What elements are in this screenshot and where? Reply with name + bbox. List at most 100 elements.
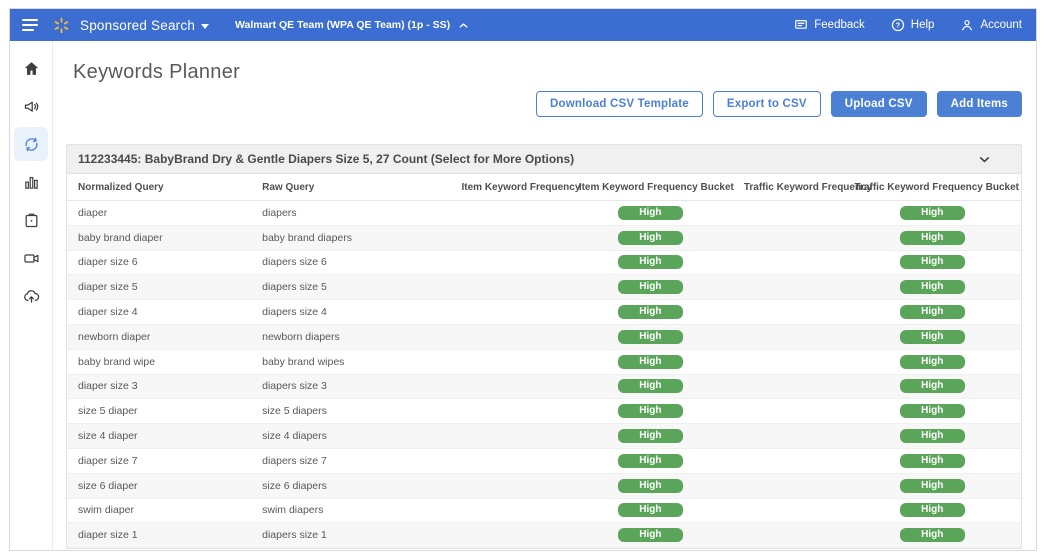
item-keyword-frequency-bucket-cell: High	[568, 404, 733, 418]
upload-csv-button[interactable]: Upload CSV	[831, 91, 927, 117]
frequency-badge: High	[900, 355, 965, 369]
add-items-button[interactable]: Add Items	[937, 91, 1022, 117]
frequency-badge: High	[618, 231, 683, 245]
item-keyword-frequency-bucket-cell: High	[568, 479, 733, 493]
item-keyword-frequency-bucket-cell: High	[568, 528, 733, 542]
sidebar-item-reports[interactable]	[14, 165, 48, 199]
traffic-keyword-frequency-bucket-cell: High	[844, 355, 1021, 369]
frequency-badge: High	[618, 429, 683, 443]
frequency-badge: High	[618, 479, 683, 493]
normalized-query-cell: size 4 diaper	[67, 430, 251, 442]
frequency-badge: High	[900, 429, 965, 443]
sidebar-item-media[interactable]	[14, 241, 48, 275]
table-row[interactable]: size 4 diaper size 4 diapers High High	[67, 424, 1021, 449]
traffic-keyword-frequency-bucket-cell: High	[844, 429, 1021, 443]
frequency-badge: High	[900, 379, 965, 393]
item-keyword-frequency-bucket-cell: High	[568, 206, 733, 220]
sidebar-item-uploads[interactable]	[14, 279, 48, 313]
frequency-badge: High	[618, 280, 683, 294]
table-row[interactable]: size 6 diaper size 6 diapers High High	[67, 474, 1021, 499]
table-row[interactable]: diaper size 1 diapers size 1 High High	[67, 523, 1021, 548]
frequency-badge: High	[618, 305, 683, 319]
table-row[interactable]: size 5 diaper size 5 diapers High High	[67, 399, 1021, 424]
traffic-keyword-frequency-bucket-cell: High	[844, 379, 1021, 393]
item-section-title: 112233445: BabyBrand Dry & Gentle Diaper…	[78, 152, 574, 166]
traffic-keyword-frequency-bucket-cell: High	[844, 206, 1021, 220]
traffic-keyword-frequency-bucket-cell: High	[844, 280, 1021, 294]
sidebar	[10, 41, 53, 550]
help-button[interactable]: ? Help	[891, 18, 935, 32]
feedback-label: Feedback	[814, 19, 865, 31]
item-keyword-frequency-bucket-cell: High	[568, 503, 733, 517]
item-keyword-frequency-bucket-cell: High	[568, 355, 733, 369]
raw-query-cell: size 4 diapers	[251, 430, 450, 442]
raw-query-cell: diapers size 3	[251, 380, 450, 392]
col-raw-query: Raw Query	[251, 182, 450, 193]
table-row[interactable]: newborn diaper newborn diapers High High	[67, 325, 1021, 350]
caret-down-icon	[201, 24, 209, 29]
col-normalized-query: Normalized Query	[67, 182, 251, 193]
table-row[interactable]: diaper size 3 diapers size 3 High High	[67, 375, 1021, 400]
item-section-header[interactable]: 112233445: BabyBrand Dry & Gentle Diaper…	[67, 145, 1021, 174]
table-row[interactable]: diaper diapers High High	[67, 201, 1021, 226]
col-traffic-keyword-frequency: Traffic Keyword Frequency	[733, 182, 844, 193]
traffic-keyword-frequency-bucket-cell: High	[844, 503, 1021, 517]
download-csv-template-button[interactable]: Download CSV Template	[536, 91, 703, 117]
team-name-label: Walmart QE Team (WPA QE Team) (1p - SS)	[235, 19, 450, 31]
table-row[interactable]: diaper size 5 diapers size 5 High High	[67, 275, 1021, 300]
raw-query-cell: baby brand diapers	[251, 232, 450, 244]
frequency-badge: High	[618, 379, 683, 393]
app-switcher[interactable]: Sponsored Search	[80, 18, 209, 33]
recycle-icon	[23, 136, 40, 153]
normalized-query-cell: diaper size 6	[67, 256, 251, 268]
frequency-badge: High	[900, 479, 965, 493]
table-header-row: Normalized Query Raw Query Item Keyword …	[67, 174, 1021, 201]
team-selector[interactable]: Walmart QE Team (WPA QE Team) (1p - SS)	[235, 19, 469, 31]
sidebar-item-home[interactable]	[14, 51, 48, 85]
menu-icon[interactable]	[22, 19, 38, 31]
traffic-keyword-frequency-bucket-cell: High	[844, 330, 1021, 344]
normalized-query-cell: size 6 diaper	[67, 480, 251, 492]
table-row[interactable]: diaper size 4 diapers size 4 High High	[67, 300, 1021, 325]
table-row[interactable]: diaper size 6 diapers size 6 High High	[67, 251, 1021, 276]
frequency-badge: High	[618, 206, 683, 220]
normalized-query-cell: swim diaper	[67, 504, 251, 516]
traffic-keyword-frequency-bucket-cell: High	[844, 454, 1021, 468]
frequency-badge: High	[900, 280, 965, 294]
normalized-query-cell: diaper size 5	[67, 281, 251, 293]
normalized-query-cell: diaper size 3	[67, 380, 251, 392]
item-keyword-frequency-bucket-cell: High	[568, 379, 733, 393]
export-to-csv-button[interactable]: Export to CSV	[713, 91, 821, 117]
sidebar-item-tasks[interactable]	[14, 203, 48, 237]
feedback-icon	[794, 18, 808, 32]
frequency-badge: High	[618, 255, 683, 269]
raw-query-cell: diapers size 1	[251, 529, 450, 541]
table-row[interactable]: diaper size 7 diapers size 7 High High	[67, 449, 1021, 474]
item-keyword-frequency-bucket-cell: High	[568, 429, 733, 443]
frequency-badge: High	[618, 528, 683, 542]
chevron-down-icon[interactable]	[978, 153, 991, 166]
sidebar-item-keyword-planner[interactable]	[14, 127, 48, 161]
item-keyword-frequency-bucket-cell: High	[568, 280, 733, 294]
cloud-upload-icon	[23, 288, 40, 305]
account-button[interactable]: Account	[960, 18, 1022, 32]
account-icon	[960, 18, 974, 32]
traffic-keyword-frequency-bucket-cell: High	[844, 479, 1021, 493]
sidebar-item-campaigns[interactable]	[14, 89, 48, 123]
frequency-badge: High	[618, 330, 683, 344]
normalized-query-cell: newborn diaper	[67, 331, 251, 343]
action-bar: Download CSV Template Export to CSV Uplo…	[66, 91, 1022, 117]
item-keyword-frequency-bucket-cell: High	[568, 330, 733, 344]
frequency-badge: High	[900, 231, 965, 245]
feedback-button[interactable]: Feedback	[794, 18, 865, 32]
normalized-query-cell: baby brand wipe	[67, 356, 251, 368]
col-item-keyword-frequency-bucket: Item Keyword Frequency Bucket	[568, 182, 733, 193]
table-row[interactable]: baby brand wipe baby brand wipes High Hi…	[67, 350, 1021, 375]
table-row[interactable]: swim diaper swim diapers High High	[67, 499, 1021, 524]
item-keyword-frequency-bucket-cell: High	[568, 454, 733, 468]
frequency-badge: High	[900, 255, 965, 269]
page-title: Keywords Planner	[73, 61, 1022, 84]
raw-query-cell: diapers size 7	[251, 455, 450, 467]
table-row[interactable]: baby brand diaper baby brand diapers Hig…	[67, 226, 1021, 251]
traffic-keyword-frequency-bucket-cell: High	[844, 231, 1021, 245]
